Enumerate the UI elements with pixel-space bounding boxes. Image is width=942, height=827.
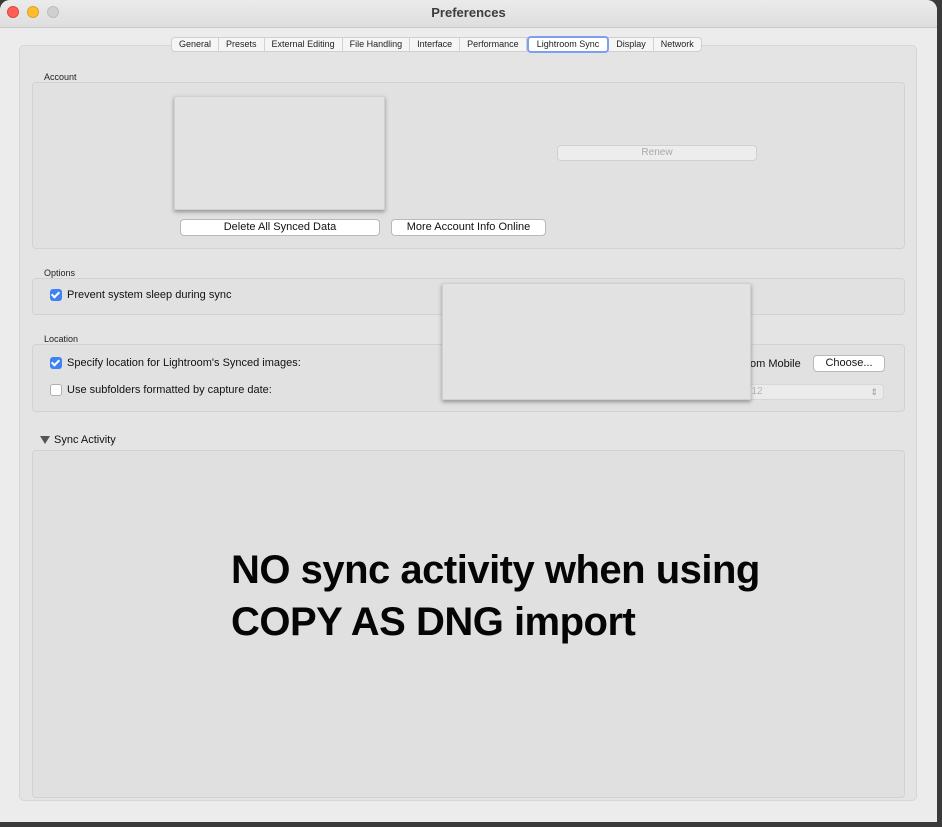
window-title: Preferences <box>431 5 506 20</box>
sync-activity-label: Sync Activity <box>54 434 116 446</box>
preferences-window: Preferences General Presets External Edi… <box>0 0 937 822</box>
sync-activity-disclosure[interactable]: Sync Activity <box>40 434 116 446</box>
specify-location-checkbox[interactable] <box>50 357 62 369</box>
tab-presets[interactable]: Presets <box>219 38 265 51</box>
location-path-text: om Mobile <box>750 358 801 370</box>
annotation-text: NO sync activity when using COPY AS DNG … <box>231 544 871 648</box>
prevent-sleep-row[interactable]: Prevent system sleep during sync <box>50 289 231 301</box>
tab-interface[interactable]: Interface <box>410 38 461 51</box>
specify-location-label: Specify location for Lightroom's Synced … <box>67 357 301 369</box>
tab-lightroom-sync[interactable]: Lightroom Sync <box>526 36 610 53</box>
tab-file-handling[interactable]: File Handling <box>343 38 411 51</box>
tab-external-editing[interactable]: External Editing <box>265 38 343 51</box>
account-info-panel <box>174 96 385 210</box>
annotation-line-2: COPY AS DNG import <box>231 600 636 644</box>
use-subfolders-row[interactable]: Use subfolders formatted by capture date… <box>50 384 272 396</box>
tab-display[interactable]: Display <box>609 38 654 51</box>
tab-performance[interactable]: Performance <box>460 38 527 51</box>
prevent-sleep-label: Prevent system sleep during sync <box>67 289 232 301</box>
select-arrows-icon: ⇕ <box>870 387 878 397</box>
tab-network[interactable]: Network <box>654 38 701 51</box>
account-section-label: Account <box>44 72 77 82</box>
prevent-sleep-checkbox[interactable] <box>50 289 62 301</box>
more-account-info-online-button[interactable]: More Account Info Online <box>391 219 546 236</box>
location-section-label: Location <box>44 334 79 344</box>
use-subfolders-label: Use subfolders formatted by capture date… <box>67 384 272 396</box>
disclosure-triangle-icon <box>40 436 50 444</box>
annotation-line-1: NO sync activity when using <box>231 548 760 592</box>
choose-location-button[interactable]: Choose... <box>813 355 885 372</box>
delete-all-synced-data-button[interactable]: Delete All Synced Data <box>180 219 380 236</box>
renew-button[interactable]: Renew <box>557 145 757 161</box>
preferences-tab-bar: General Presets External Editing File Ha… <box>171 36 702 53</box>
title-bar: Preferences <box>0 0 937 28</box>
options-section-label: Options <box>44 268 76 278</box>
tab-general[interactable]: General <box>172 38 220 51</box>
floating-popup-panel <box>442 283 751 400</box>
use-subfolders-checkbox[interactable] <box>50 384 62 396</box>
specify-location-row[interactable]: Specify location for Lightroom's Synced … <box>50 357 301 369</box>
